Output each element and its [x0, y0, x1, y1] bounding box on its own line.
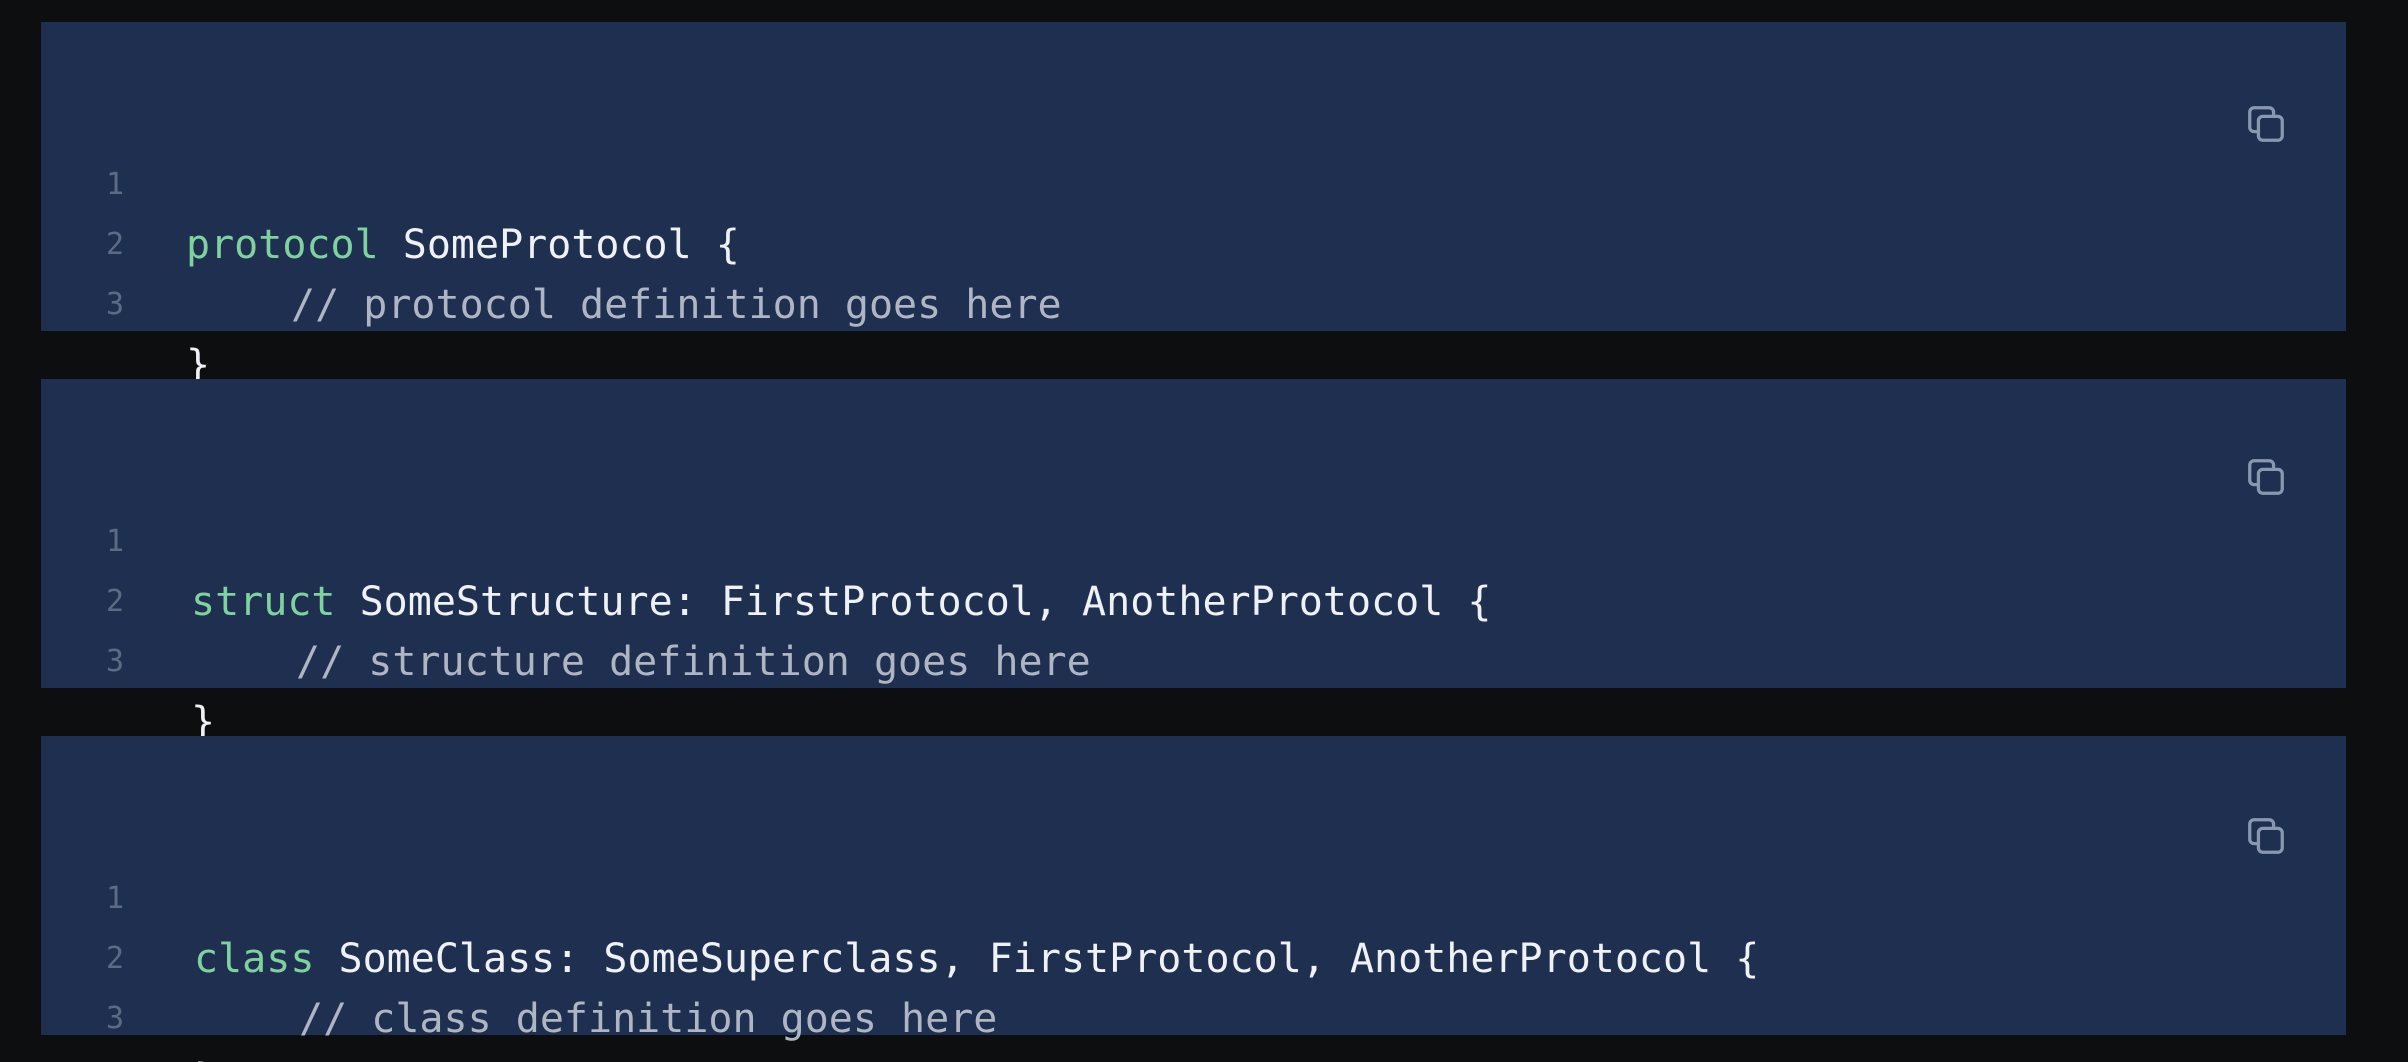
code-text: // protocol definition goes here: [291, 275, 1062, 335]
copy-button[interactable]: [2236, 806, 2296, 866]
comment-token: // structure definition goes here: [296, 639, 1091, 685]
code-block-struct: 1 struct SomeStructure: FirstProtocol, A…: [41, 379, 2346, 745]
code-block-class: 1 class SomeClass: SomeSuperclass, First…: [41, 736, 2346, 1062]
comment-token: // protocol definition goes here: [291, 282, 1062, 328]
copy-icon: [2248, 818, 2284, 854]
code-text: // structure definition goes here: [296, 632, 1091, 692]
plain-token: }: [194, 1056, 218, 1062]
code-line: 3 }: [41, 215, 2346, 388]
line-number: 3: [106, 287, 125, 322]
code-line: 1 class SomeClass: SomeSuperclass, First…: [41, 809, 2346, 982]
code-lines: 1 protocol SomeProtocol { 2 // protocol …: [41, 95, 2346, 388]
copy-icon: [2248, 106, 2284, 142]
code-lines: 1 struct SomeStructure: FirstProtocol, A…: [41, 452, 2346, 745]
code-text: }: [194, 1049, 218, 1062]
copy-button[interactable]: [2236, 447, 2296, 507]
line-number: 3: [106, 644, 125, 679]
code-line: 2 // class definition goes here: [41, 869, 2346, 1042]
code-line: 1 protocol SomeProtocol {: [41, 95, 2346, 268]
code-line: 3 }: [41, 572, 2346, 745]
code-line: 2 // structure definition goes here: [41, 512, 2346, 685]
code-line: 3 }: [41, 929, 2346, 1062]
comment-token: // class definition goes here: [299, 996, 998, 1042]
code-line: 1 struct SomeStructure: FirstProtocol, A…: [41, 452, 2346, 625]
code-lines: 1 class SomeClass: SomeSuperclass, First…: [41, 809, 2346, 1062]
copy-icon: [2248, 459, 2284, 495]
code-block-protocol: 1 protocol SomeProtocol { 2 // protocol …: [41, 22, 2346, 388]
line-number: 3: [106, 1001, 125, 1036]
code-text: // class definition goes here: [299, 989, 997, 1049]
code-line: 2 // protocol definition goes here: [41, 155, 2346, 328]
copy-button[interactable]: [2236, 94, 2296, 154]
